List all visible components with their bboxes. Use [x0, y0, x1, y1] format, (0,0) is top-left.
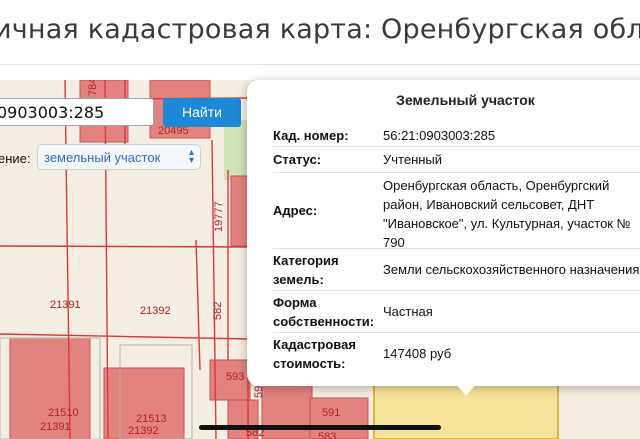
- info-row-address: Адрес: Оренбургская область, Оренбургски…: [273, 172, 640, 252]
- info-value-address: Оренбургская область, Оренбургский район…: [383, 176, 640, 252]
- parcel-label: 21391: [40, 421, 71, 433]
- info-key: Форма собственности:: [273, 295, 375, 329]
- page-title: ичная кадастровая карта: Оренбургская об…: [0, 14, 640, 45]
- parcel-label: 593: [226, 371, 244, 383]
- info-key: Статус:: [273, 152, 322, 167]
- info-key: Категория земель:: [273, 253, 339, 287]
- parcel-label: 591: [322, 407, 340, 419]
- parcel-label: 19777: [213, 201, 225, 232]
- info-row-land-category: Категория земель: Земли сельскохозяйствен…: [273, 248, 640, 291]
- info-key: Кадастровая стоимость:: [273, 337, 356, 371]
- popup-pointer: [456, 384, 476, 396]
- info-row-cadastral-value: Кадастровая стоимость: 147408 руб: [273, 332, 640, 375]
- info-key: Кад. номер:: [273, 128, 349, 143]
- info-value[interactable]: 56:21:0903003:285: [383, 126, 640, 145]
- info-value: Частная: [383, 304, 433, 319]
- search-input-value: 0903003:285: [0, 103, 105, 122]
- popup-title: Земельный участок: [396, 92, 535, 108]
- title-bar: ичная кадастровая карта: Оренбургская об…: [0, 0, 640, 64]
- parcel-label: 784: [87, 80, 99, 96]
- info-value: 147408 руб: [383, 346, 452, 361]
- home-indicator[interactable]: [199, 425, 441, 430]
- object-type-select[interactable]: земельный участок ▴ ▾: [37, 144, 201, 170]
- parcel: [261, 379, 313, 439]
- info-value: Земли сельскохозяйственного назначения: [383, 262, 640, 277]
- parcel-label: 582: [212, 302, 224, 320]
- parcel-label: 21392: [140, 305, 171, 317]
- parcel-label: 21392: [128, 425, 159, 437]
- parcel-label: 21391: [50, 299, 81, 311]
- parcel-info-popup: Земельный участок Кад. номер: 56:21:0903…: [247, 80, 640, 386]
- title-divider: [0, 64, 640, 65]
- object-type-value: земельный участок: [44, 150, 161, 165]
- cadastral-search-input[interactable]: 0903003:285: [0, 98, 154, 126]
- parcel-label: 21510: [48, 407, 79, 419]
- info-row-ownership: Форма собственности: Частная: [273, 290, 640, 333]
- object-type-label: ение:: [0, 151, 31, 166]
- find-button[interactable]: Найти: [163, 98, 241, 127]
- address-line: район, Ивановский сельсовет, ДНТ: [383, 197, 595, 212]
- info-value: Учтенный: [383, 152, 443, 167]
- info-row-status: Статус: Учтенный: [273, 146, 640, 173]
- address-line: Оренбургская область, Оренбургский: [383, 178, 610, 193]
- info-key: Адрес:: [273, 203, 318, 218]
- info-row-cadastral-number: Кад. номер: 56:21:0903003:285: [273, 118, 640, 146]
- address-line: "Ивановское", ул. Культурная, участок №: [383, 216, 631, 231]
- parcel-label: 21513: [136, 413, 167, 425]
- chevron-updown-icon: ▴ ▾: [188, 147, 194, 166]
- parcel-label: 583: [318, 431, 336, 439]
